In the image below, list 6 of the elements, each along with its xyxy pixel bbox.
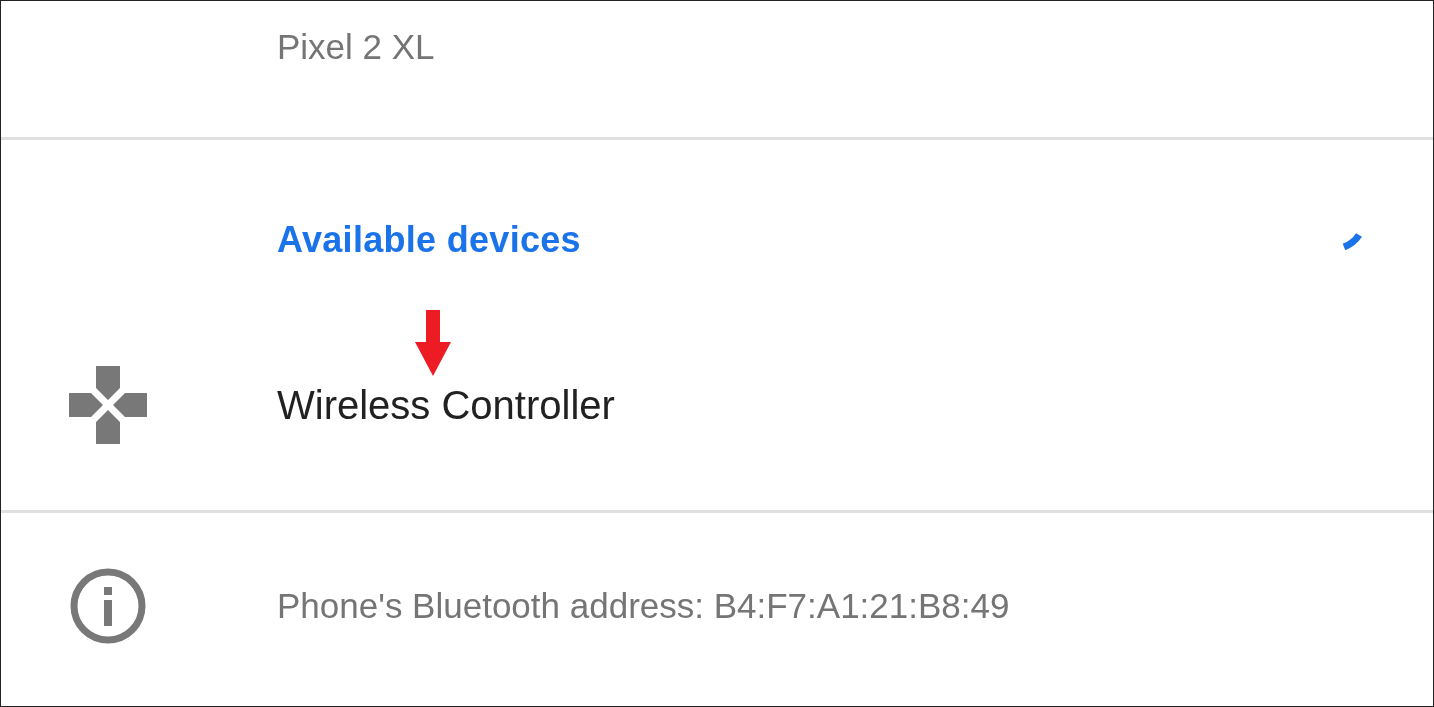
- section-title: Available devices: [277, 219, 581, 261]
- device-item[interactable]: Wireless Controller: [1, 360, 1433, 450]
- gamepad-icon: [69, 366, 147, 444]
- device-name-value: Pixel 2 XL: [277, 27, 435, 66]
- bluetooth-address-text: Phone's Bluetooth address: B4:F7:A1:21:B8:49: [277, 585, 1010, 626]
- info-icon: [69, 566, 147, 645]
